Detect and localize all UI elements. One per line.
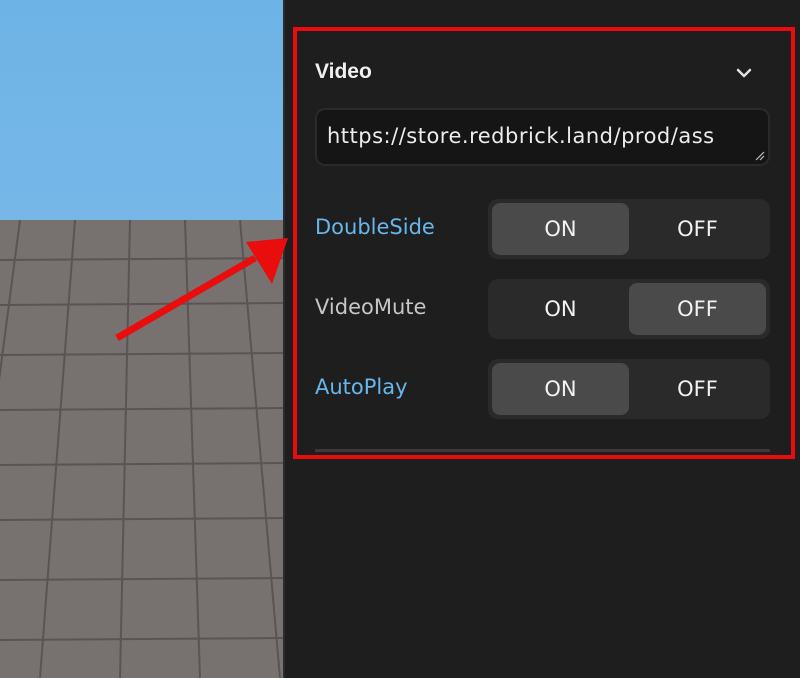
resize-handle-icon[interactable] (753, 149, 765, 161)
section-divider (315, 449, 770, 452)
doubleside-toggle: ON OFF (488, 199, 770, 259)
videomute-label: VideoMute (315, 295, 427, 319)
doubleside-label: DoubleSide (315, 215, 435, 239)
chevron-down-icon[interactable] (733, 62, 755, 84)
autoplay-toggle: ON OFF (488, 359, 770, 419)
autoplay-label: AutoPlay (315, 375, 408, 399)
videomute-toggle: ON OFF (488, 279, 770, 339)
videomute-on-option[interactable]: ON (492, 283, 629, 335)
section-title: Video (315, 60, 372, 83)
video-url-value: https://store.redbrick.land/prod/ass (327, 124, 715, 148)
autoplay-off-option[interactable]: OFF (629, 363, 766, 415)
doubleside-on-option[interactable]: ON (492, 203, 629, 255)
videomute-off-option[interactable]: OFF (629, 283, 766, 335)
autoplay-on-option[interactable]: ON (492, 363, 629, 415)
video-url-input[interactable]: https://store.redbrick.land/prod/ass (315, 108, 770, 166)
ground-plane (0, 220, 283, 678)
properties-panel (285, 0, 800, 678)
scene-viewport[interactable] (0, 0, 283, 678)
doubleside-off-option[interactable]: OFF (629, 203, 766, 255)
